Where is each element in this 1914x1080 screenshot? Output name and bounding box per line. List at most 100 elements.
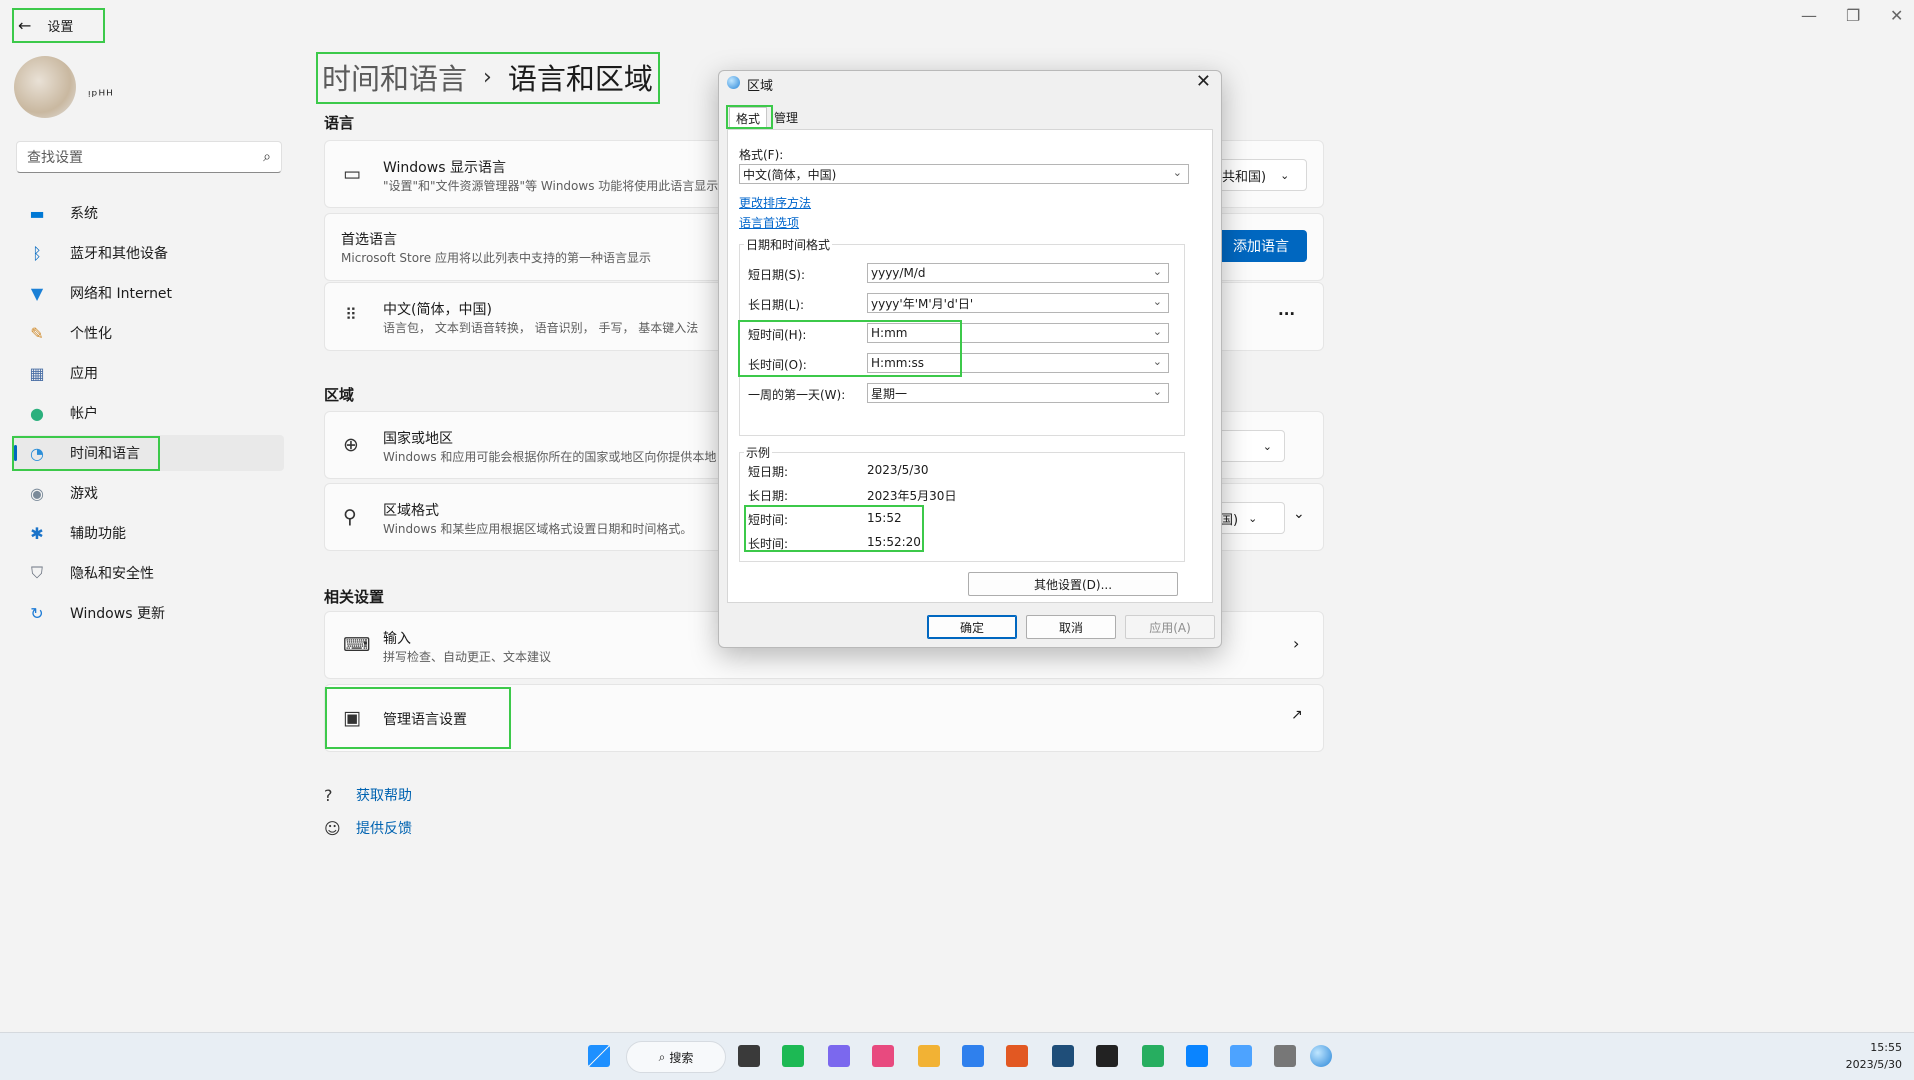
language-preferences-link[interactable]: 语言首选项 — [739, 214, 799, 231]
sidebar-item-1[interactable]: ᛒ 蓝牙和其他设备 — [12, 235, 284, 271]
format-row-select[interactable]: H:mm:ss ⌄ — [867, 353, 1169, 373]
sidebar-icon: ▦ — [29, 363, 45, 383]
sidebar-item-8[interactable]: ✱ 辅助功能 — [12, 515, 284, 551]
sidebar-item-label: 蓝牙和其他设备 — [70, 246, 168, 262]
sidebar-icon: ᛒ — [32, 243, 42, 263]
format-row-label: 一周的第一天(W): — [748, 388, 846, 402]
example-value: 2023/5/30 — [867, 463, 929, 477]
card-title: 首选语言 — [341, 232, 397, 248]
sidebar-item-10[interactable]: ↻ Windows 更新 — [12, 595, 284, 631]
sidebar-item-2[interactable]: ▼ 网络和 Internet — [12, 275, 284, 311]
clock[interactable]: 15:55 2023/5/30 — [1846, 1039, 1902, 1073]
task-view-icon[interactable] — [738, 1045, 760, 1067]
expand-icon[interactable]: ⌄ — [1293, 506, 1305, 522]
close-icon[interactable]: ✕ — [1890, 6, 1903, 25]
sidebar-item-6[interactable]: ◔ 时间和语言 — [12, 435, 284, 471]
clock-time: 15:55 — [1870, 1041, 1902, 1054]
app-icon-9[interactable] — [1142, 1045, 1164, 1067]
sidebar-item-9[interactable]: ⛉ 隐私和安全性 — [12, 555, 284, 591]
format-row-select[interactable]: yyyy/M/d ⌄ — [867, 263, 1169, 283]
app-icon-7[interactable] — [1052, 1045, 1074, 1067]
card-subtitle: 语言包， 文本到语音转换， 语音识别， 手写， 基本键入法 — [383, 321, 699, 335]
feedback-link[interactable]: ☺ 提供反馈 — [324, 818, 412, 838]
app-icon-4[interactable] — [918, 1045, 940, 1067]
app-icon-11[interactable] — [1230, 1045, 1252, 1067]
taskbar-search[interactable]: ⌕ 搜索 — [626, 1041, 726, 1073]
chevron-down-icon: ⌄ — [1248, 511, 1258, 525]
card-manage-language[interactable]: ▣ 管理语言设置 ↗ — [324, 684, 1324, 752]
format-row-select[interactable]: 星期一 ⌄ — [867, 383, 1169, 403]
add-language-button[interactable]: 添加语言 — [1215, 230, 1307, 262]
breadcrumb: 时间和语言 › 语言和区域 — [322, 54, 653, 100]
other-settings-button[interactable]: 其他设置(D)... — [968, 572, 1178, 596]
dropdown-value: 国) — [1220, 512, 1239, 528]
more-options-icon[interactable]: ··· — [1278, 305, 1295, 323]
regional-format-icon: ⚲ — [343, 506, 357, 528]
card-subtitle: 拼写检查、自动更正、文本建议 — [383, 650, 552, 664]
app-icon-8[interactable] — [1096, 1045, 1118, 1067]
get-help-link[interactable]: ? 获取帮助 — [324, 785, 412, 805]
sidebar-item-label: 应用 — [70, 366, 98, 382]
sidebar-item-4[interactable]: ▦ 应用 — [12, 355, 284, 391]
avatar[interactable] — [14, 56, 76, 118]
card-subtitle: "设置"和"文件资源管理器"等 Windows 功能将使用此语言显示。 — [383, 179, 731, 193]
sidebar-item-0[interactable]: ▬ 系统 — [12, 195, 284, 231]
minimize-icon[interactable]: — — [1801, 6, 1817, 25]
display-language-dropdown[interactable]: 共和国) ⌄ — [1215, 159, 1307, 191]
settings-app-icon[interactable] — [1310, 1045, 1332, 1067]
sidebar-item-label: 帐户 — [70, 406, 98, 422]
regional-format-dropdown[interactable]: 国) ⌄ — [1215, 502, 1285, 534]
card-title: 输入 — [383, 631, 411, 647]
section-related: 相关设置 — [324, 588, 385, 606]
search-icon: ⌕ — [263, 149, 271, 165]
country-dropdown[interactable]: ⌄ — [1215, 430, 1285, 462]
back-button[interactable]: ← 设置 — [12, 8, 104, 42]
apply-button[interactable]: 应用(A) — [1125, 615, 1215, 639]
sidebar-icon: ◔ — [30, 443, 44, 463]
section-language: 语言 — [324, 114, 355, 132]
tab-format[interactable]: 格式 — [729, 107, 768, 128]
drag-handle-icon[interactable]: ⠿ — [345, 305, 357, 324]
app-icon-1[interactable] — [782, 1045, 804, 1067]
card-subtitle: Windows 和某些应用根据区域格式设置日期和时间格式。 — [383, 522, 693, 536]
tab-admin[interactable]: 管理 — [774, 107, 798, 127]
chevron-down-icon: ⌄ — [1262, 439, 1272, 453]
app-icon-5[interactable] — [962, 1045, 984, 1067]
card-subtitle: Windows 和应用可能会根据你所在的国家或地区向你提供本地 — [383, 450, 717, 464]
feedback-text[interactable]: 提供反馈 — [356, 818, 412, 838]
sidebar-icon: ● — [30, 403, 44, 423]
get-help-text[interactable]: 获取帮助 — [356, 785, 412, 805]
restore-icon[interactable]: ❐ — [1846, 6, 1860, 25]
dialog-close-icon[interactable]: ✕ — [1196, 71, 1211, 92]
sidebar-icon: ✎ — [30, 323, 44, 343]
format-row-select[interactable]: H:mm ⌄ — [867, 323, 1169, 343]
start-icon[interactable] — [588, 1045, 610, 1067]
format-row-label: 短时间(H): — [748, 328, 807, 342]
app-icon-2[interactable] — [828, 1045, 850, 1067]
sidebar-item-label: Windows 更新 — [70, 606, 165, 622]
example-label: 短日期: — [748, 465, 789, 479]
app-icon-3[interactable] — [872, 1045, 894, 1067]
globe-icon: ⊕ — [343, 434, 359, 456]
monitor-icon: ▭ — [343, 163, 361, 185]
search-box[interactable]: 查找设置 ⌕ — [16, 141, 282, 173]
format-row-value: yyyy/M/d — [871, 266, 926, 280]
ok-button[interactable]: 确定 — [927, 615, 1017, 639]
help-icon: ? — [324, 785, 333, 805]
change-sort-link[interactable]: 更改排序方法 — [739, 194, 811, 211]
sidebar-item-label: 系统 — [70, 206, 98, 222]
app-title: 设置 — [47, 19, 74, 35]
search-input[interactable]: 查找设置 — [27, 147, 263, 167]
format-row-select[interactable]: yyyy'年'M'月'd'日' ⌄ — [867, 293, 1169, 313]
format-select[interactable]: 中文(简体，中国) ⌄ — [739, 164, 1189, 184]
sidebar-item-7[interactable]: ◉ 游戏 — [12, 475, 284, 511]
app-icon-12[interactable] — [1274, 1045, 1296, 1067]
app-icon-6[interactable] — [1006, 1045, 1028, 1067]
sidebar-item-3[interactable]: ✎ 个性化 — [12, 315, 284, 351]
card-title: 中文(简体，中国) — [383, 302, 492, 318]
chevron-right-icon: › — [483, 64, 492, 90]
breadcrumb-parent[interactable]: 时间和语言 — [322, 56, 467, 98]
cancel-button[interactable]: 取消 — [1026, 615, 1116, 639]
app-icon-10[interactable] — [1186, 1045, 1208, 1067]
sidebar-item-5[interactable]: ● 帐户 — [12, 395, 284, 431]
